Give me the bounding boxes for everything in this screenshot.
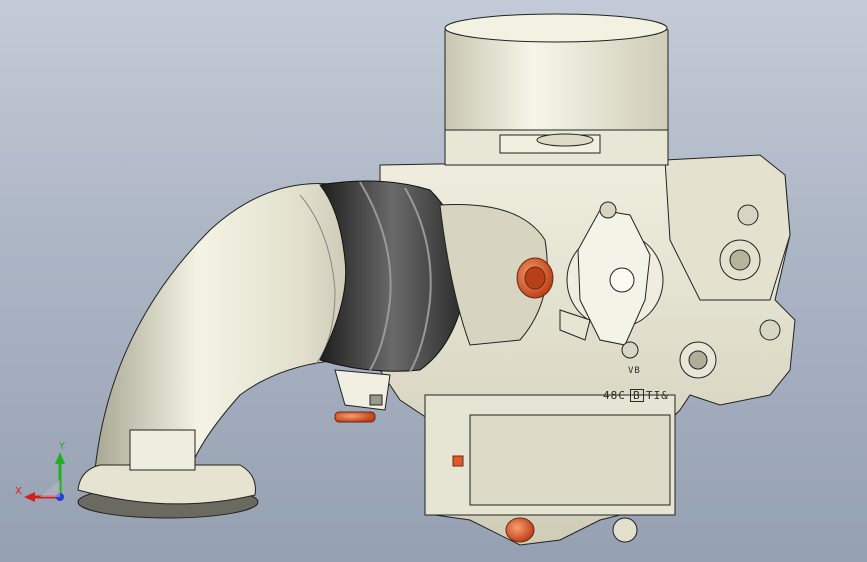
x-axis-label: X — [15, 486, 22, 497]
coordinate-triad — [24, 452, 65, 502]
hose-clamp — [334, 369, 391, 411]
graphics-viewport[interactable]: 48C B TI& VB Y X — [0, 0, 867, 562]
engraving-boxed: B — [630, 389, 644, 402]
y-axis-label: Y — [59, 441, 66, 452]
engraving-suffix: TI& — [646, 389, 669, 402]
engraving-code: 48C — [603, 389, 626, 402]
model-canvas[interactable] — [0, 0, 867, 562]
engraving-small: VB — [628, 366, 641, 376]
air-filter-cap — [444, 13, 669, 166]
